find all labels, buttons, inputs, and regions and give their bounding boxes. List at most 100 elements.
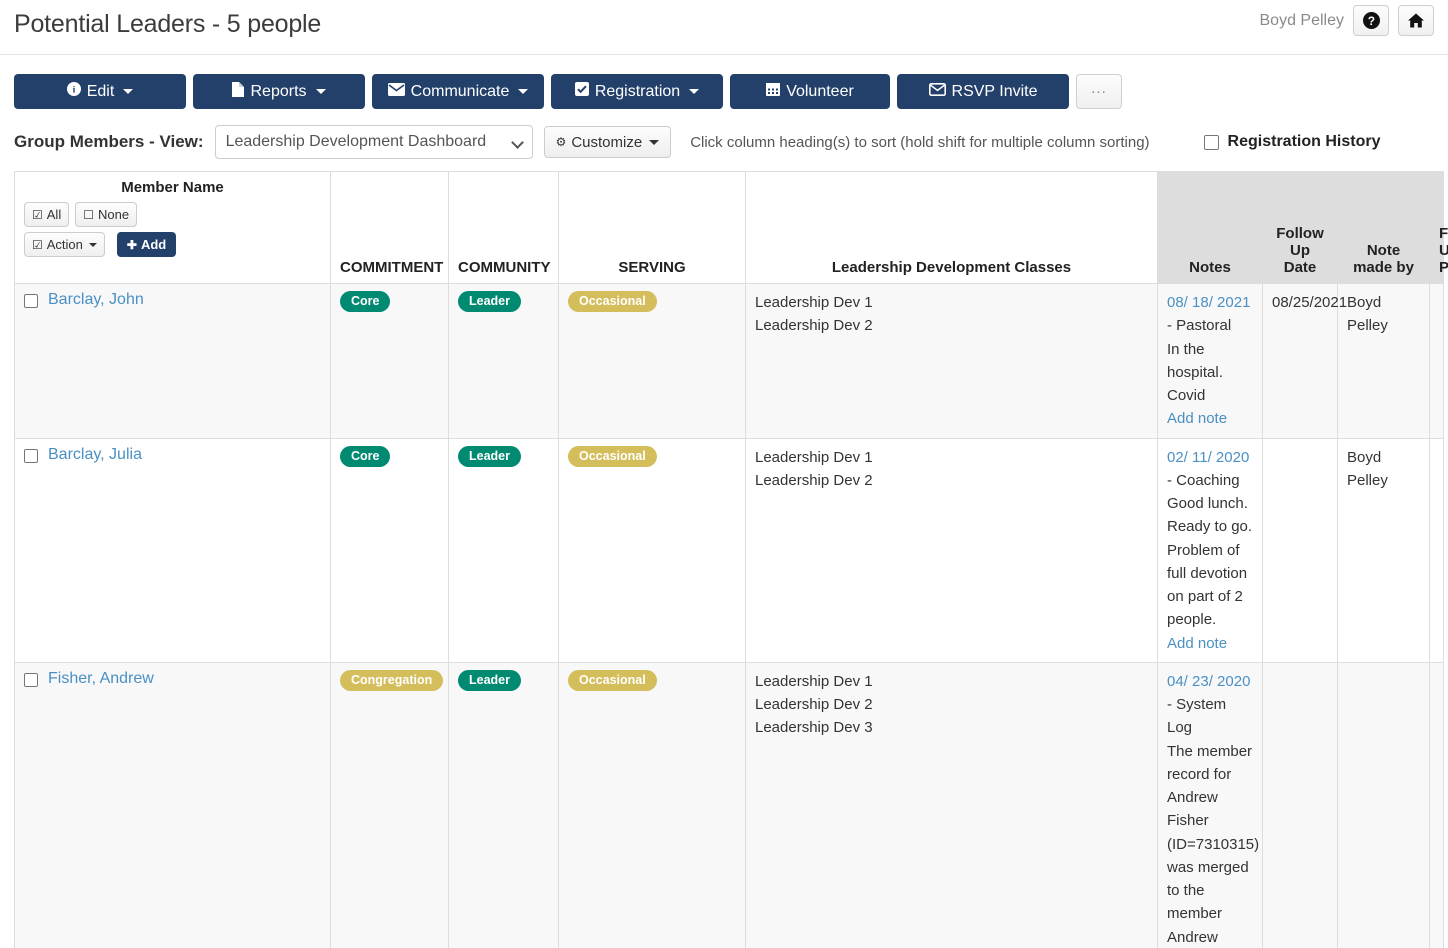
- col-serving[interactable]: SERVING: [558, 171, 746, 284]
- header-select-controls: ☑ All ☐ None: [24, 202, 321, 227]
- registration-history-checkbox[interactable]: [1203, 134, 1219, 150]
- commitment-cell: Core: [330, 437, 449, 663]
- page-header: Potential Leaders - 5 people Boyd Pelley…: [0, 0, 1448, 55]
- col-notes[interactable]: Notes: [1157, 171, 1263, 284]
- home-icon[interactable]: [1398, 5, 1434, 36]
- registration-button[interactable]: Registration: [551, 74, 723, 109]
- empty-square-icon: ☐: [83, 207, 94, 222]
- serving-cell: Occasional: [558, 283, 746, 439]
- member-name-cell: Barclay, Julia: [14, 437, 331, 663]
- action-label: Action: [46, 237, 83, 252]
- group-members-view-label: Group Members - View:: [14, 132, 204, 151]
- member-name-link[interactable]: Barclay, Julia: [48, 446, 142, 464]
- member-name-title: Member Name: [121, 179, 224, 196]
- view-select[interactable]: Leadership Development Dashboard: [214, 125, 533, 159]
- page-title: Potential Leaders - 5 people: [14, 10, 322, 38]
- status-badge: Leader: [458, 291, 521, 313]
- info-circle-icon: i: [66, 82, 81, 101]
- more-options-button[interactable]: ...: [1076, 74, 1122, 109]
- help-circle-icon[interactable]: ?: [1353, 5, 1389, 36]
- select-all-button[interactable]: ☑ All: [24, 202, 70, 227]
- note-date-link[interactable]: 02/ 11/ 2020: [1167, 449, 1249, 466]
- note-headline: 08/ 18/ 2021 - Pastoral: [1167, 291, 1253, 338]
- status-badge: Leader: [458, 669, 521, 691]
- view-selection-row: Group Members - View: Leadership Develop…: [14, 125, 1448, 159]
- note-made-by-cell: Boyd Pelley: [1337, 437, 1430, 663]
- rsvp-invite-button[interactable]: RSVP Invite: [897, 74, 1069, 109]
- row-select-checkbox[interactable]: [24, 294, 38, 308]
- chevron-down-icon: [689, 89, 700, 94]
- check-square-icon: [574, 82, 589, 101]
- commitment-cell: Congregation: [330, 661, 449, 948]
- gear-icon: ⚙: [555, 135, 567, 149]
- chevron-down-icon: [510, 136, 524, 149]
- volunteer-button[interactable]: Volunteer: [730, 74, 890, 109]
- communicate-button[interactable]: Communicate: [372, 74, 544, 109]
- add-label: Add: [140, 237, 167, 252]
- add-note-link[interactable]: Add note: [1167, 635, 1227, 652]
- reports-button[interactable]: Reports: [193, 74, 365, 109]
- note-date-link[interactable]: 04/ 23/ 2020: [1167, 673, 1250, 690]
- member-name-link[interactable]: Fisher, Andrew: [48, 670, 154, 688]
- follow-up-person-cell: [1429, 437, 1444, 663]
- members-table: Member Name ☑ All ☐ None ☑ Action ✚ Add …: [14, 171, 1448, 948]
- chevron-down-icon: [518, 89, 529, 94]
- header-right-group: Boyd Pelley ?: [1260, 5, 1434, 36]
- note-body: The member record for Andrew Fisher (ID=…: [1167, 742, 1260, 946]
- note-body: Good lunch. Ready to go. Problem of full…: [1167, 495, 1253, 629]
- status-badge: Core: [340, 445, 391, 467]
- status-badge: Occasional: [568, 291, 657, 313]
- row-select-checkbox[interactable]: [24, 672, 38, 687]
- class-item: Leadership Dev 1: [755, 448, 873, 466]
- col-follow-up-date[interactable]: Follow Up Date: [1262, 171, 1338, 284]
- svg-text:i: i: [72, 85, 75, 96]
- action-dropdown-button[interactable]: ☑ Action: [24, 232, 105, 257]
- notes-cell: 08/ 18/ 2021 - Pastoral In the hospital. …: [1157, 283, 1263, 439]
- member-name-link[interactable]: Barclay, John: [48, 291, 144, 309]
- file-icon: [232, 81, 245, 102]
- status-badge: Occasional: [568, 669, 657, 691]
- registration-history-toggle[interactable]: Registration History: [1203, 133, 1381, 151]
- view-select-value: Leadership Development Dashboard: [225, 133, 487, 150]
- col-commitment[interactable]: COMMITMENT: [330, 171, 449, 284]
- status-badge: Leader: [458, 445, 521, 467]
- follow-up-date-cell: [1262, 661, 1338, 948]
- commitment-cell: Core: [330, 283, 449, 439]
- select-none-label: None: [97, 207, 130, 222]
- col-note-made-by[interactable]: Note made by: [1337, 171, 1430, 284]
- community-cell: Leader: [448, 437, 559, 663]
- registration-history-label: Registration History: [1227, 133, 1381, 150]
- select-none-button[interactable]: ☐ None: [75, 202, 138, 227]
- follow-up-person-cell: [1429, 283, 1444, 439]
- class-item: Leadership Dev 1: [755, 672, 873, 690]
- leadership-classes-cell: Leadership Dev 1 Leadership Dev 2: [745, 283, 1158, 439]
- chevron-down-icon: [123, 89, 134, 94]
- col-leadership-classes[interactable]: Leadership Development Classes: [745, 171, 1158, 284]
- chevron-down-icon: [315, 89, 326, 94]
- status-badge: Core: [340, 291, 391, 313]
- note-date-link[interactable]: 08/ 18/ 2021: [1167, 294, 1250, 311]
- col-follow-up-person[interactable]: Follow Up Person: [1429, 171, 1448, 284]
- customize-button[interactable]: ⚙ Customize: [543, 126, 672, 158]
- table-row: Barclay, Julia Core Leader Occasional Leader…: [14, 437, 1444, 663]
- add-note-link[interactable]: Add note: [1167, 410, 1227, 427]
- col-member-name[interactable]: Member Name ☑ All ☐ None ☑ Action ✚ Add: [14, 171, 331, 284]
- serving-cell: Occasional: [558, 661, 746, 948]
- follow-up-date-cell: [1262, 437, 1338, 663]
- plus-icon: ✚: [126, 237, 137, 252]
- member-name-cell: Fisher, Andrew: [14, 661, 331, 948]
- status-badge: Occasional: [568, 445, 657, 467]
- class-item: Leadership Dev 2: [755, 471, 873, 489]
- table-body: Barclay, John Core Leader Occasional Leaders…: [14, 283, 1444, 948]
- sort-hint-text: Click column heading(s) to sort (hold sh…: [690, 133, 1150, 151]
- community-cell: Leader: [448, 661, 559, 948]
- row-select-checkbox[interactable]: [24, 448, 38, 463]
- svg-text:?: ?: [1367, 15, 1374, 28]
- add-member-button[interactable]: ✚ Add: [116, 232, 177, 257]
- follow-up-person-cell: [1429, 661, 1444, 948]
- envelope-icon: [387, 82, 405, 101]
- edit-button[interactable]: i Edit: [14, 74, 186, 109]
- table-row: Barclay, John Core Leader Occasional Leaders…: [14, 283, 1444, 439]
- community-cell: Leader: [448, 283, 559, 439]
- col-community[interactable]: COMMUNITY: [448, 171, 559, 284]
